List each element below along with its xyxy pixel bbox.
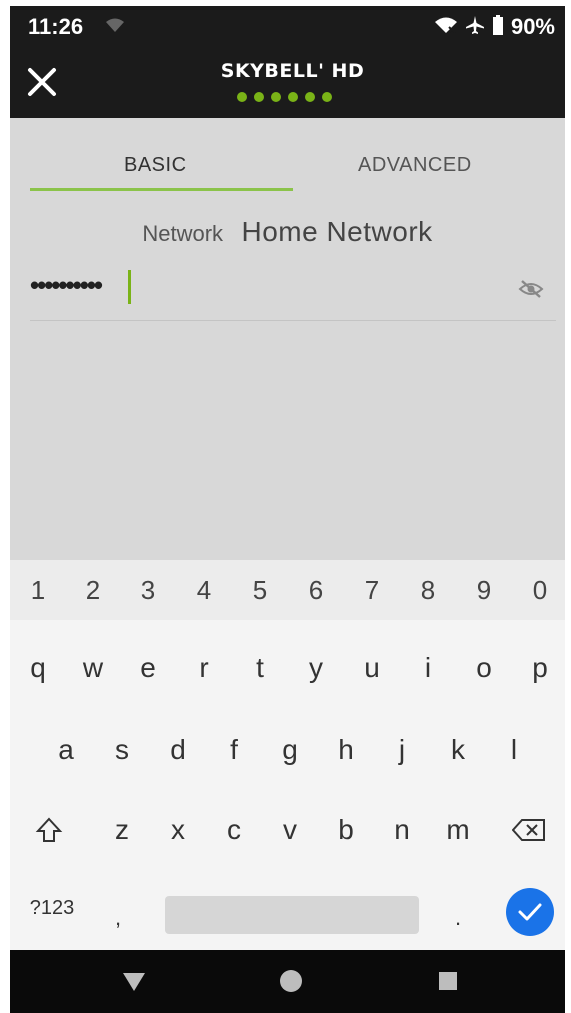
active-tab-indicator bbox=[30, 188, 293, 191]
key-3[interactable]: 3 bbox=[122, 560, 174, 620]
key-o[interactable]: o bbox=[458, 638, 510, 698]
key-f[interactable]: f bbox=[208, 720, 260, 780]
home-circle-icon bbox=[280, 970, 302, 992]
done-key[interactable] bbox=[506, 888, 554, 936]
keyboard-row-2: a s d f g h j k l bbox=[10, 720, 565, 780]
progress-dot bbox=[305, 92, 315, 102]
key-p[interactable]: p bbox=[514, 638, 565, 698]
app-header: SKYBELL' HD bbox=[10, 48, 565, 118]
recents-button[interactable] bbox=[438, 971, 458, 996]
network-row: Network Home Network bbox=[10, 216, 565, 248]
battery-percent: 90% bbox=[510, 14, 555, 39]
status-time: 11:26 bbox=[28, 14, 84, 39]
progress-dot bbox=[237, 92, 247, 102]
progress-dot bbox=[271, 92, 281, 102]
keyboard-row-1: q w e r t y u i o p bbox=[10, 638, 565, 698]
key-1[interactable]: 1 bbox=[12, 560, 64, 620]
network-name: Home Network bbox=[241, 216, 433, 247]
eye-off-icon bbox=[518, 280, 544, 298]
key-w[interactable]: w bbox=[67, 638, 119, 698]
checkmark-icon bbox=[518, 903, 542, 921]
key-y[interactable]: y bbox=[290, 638, 342, 698]
key-c[interactable]: c bbox=[208, 800, 260, 860]
key-8[interactable]: 8 bbox=[402, 560, 454, 620]
key-s[interactable]: s bbox=[96, 720, 148, 780]
key-j[interactable]: j bbox=[376, 720, 428, 780]
key-a[interactable]: a bbox=[40, 720, 92, 780]
backspace-icon bbox=[512, 819, 545, 841]
app-frame: 11:26 90% SKYBELL' HD BASIC ADVANCED Net… bbox=[10, 6, 565, 1013]
system-nav-bar bbox=[10, 950, 565, 1013]
key-0[interactable]: 0 bbox=[514, 560, 565, 620]
space-key[interactable] bbox=[165, 896, 419, 934]
shift-icon bbox=[35, 817, 63, 842]
key-period[interactable]: . bbox=[438, 888, 478, 948]
airplane-icon bbox=[465, 15, 485, 40]
key-q[interactable]: q bbox=[12, 638, 64, 698]
key-5[interactable]: 5 bbox=[234, 560, 286, 620]
password-value: •••••••••• bbox=[30, 270, 103, 300]
setup-progress bbox=[237, 92, 332, 102]
key-e[interactable]: e bbox=[122, 638, 174, 698]
keyboard-row-3: z x c v b n m bbox=[10, 800, 565, 860]
key-z[interactable]: z bbox=[96, 800, 148, 860]
back-triangle-icon bbox=[123, 973, 145, 991]
key-m[interactable]: m bbox=[432, 800, 484, 860]
key-2[interactable]: 2 bbox=[67, 560, 119, 620]
key-l[interactable]: l bbox=[488, 720, 540, 780]
tab-bar: BASIC ADVANCED bbox=[10, 118, 565, 192]
key-d[interactable]: d bbox=[152, 720, 204, 780]
network-label: Network bbox=[142, 221, 224, 246]
key-4[interactable]: 4 bbox=[178, 560, 230, 620]
keyboard-number-row: 1 2 3 4 5 6 7 8 9 0 bbox=[10, 560, 565, 620]
home-button[interactable] bbox=[278, 968, 304, 999]
progress-dot bbox=[322, 92, 332, 102]
key-9[interactable]: 9 bbox=[458, 560, 510, 620]
soft-keyboard: 1 2 3 4 5 6 7 8 9 0 q w e r t y u i o p … bbox=[10, 560, 565, 950]
progress-dot bbox=[254, 92, 264, 102]
wifi-off-icon bbox=[434, 17, 457, 38]
key-h[interactable]: h bbox=[320, 720, 372, 780]
key-r[interactable]: r bbox=[178, 638, 230, 698]
key-b[interactable]: b bbox=[320, 800, 372, 860]
toggle-visibility-button[interactable] bbox=[518, 278, 544, 300]
key-x[interactable]: x bbox=[152, 800, 204, 860]
backspace-key[interactable] bbox=[494, 800, 564, 860]
symbols-key[interactable]: ?123 bbox=[14, 878, 90, 938]
progress-dot bbox=[288, 92, 298, 102]
recents-square-icon bbox=[439, 972, 457, 990]
key-v[interactable]: v bbox=[264, 800, 316, 860]
key-u[interactable]: u bbox=[346, 638, 398, 698]
close-button[interactable] bbox=[24, 64, 60, 100]
key-g[interactable]: g bbox=[264, 720, 316, 780]
close-icon bbox=[28, 68, 56, 96]
key-n[interactable]: n bbox=[376, 800, 428, 860]
keyboard-bottom-row: ?123 , . bbox=[10, 878, 565, 938]
key-7[interactable]: 7 bbox=[346, 560, 398, 620]
tab-advanced[interactable]: ADVANCED bbox=[358, 154, 472, 177]
text-cursor bbox=[128, 270, 131, 304]
status-bar: 11:26 90% bbox=[10, 6, 565, 48]
key-t[interactable]: t bbox=[234, 638, 286, 698]
key-6[interactable]: 6 bbox=[290, 560, 342, 620]
battery-icon bbox=[492, 14, 503, 40]
back-button[interactable] bbox=[122, 972, 146, 997]
brand-logo: SKYBELL' HD bbox=[220, 60, 365, 82]
shift-key[interactable] bbox=[14, 800, 84, 860]
key-comma[interactable]: , bbox=[98, 888, 138, 948]
status-indicators: 90% bbox=[434, 14, 555, 40]
password-field[interactable]: •••••••••• bbox=[30, 264, 556, 321]
key-i[interactable]: i bbox=[402, 638, 454, 698]
wifi-unknown-icon bbox=[106, 18, 124, 37]
tab-basic[interactable]: BASIC bbox=[124, 154, 187, 177]
key-k[interactable]: k bbox=[432, 720, 484, 780]
